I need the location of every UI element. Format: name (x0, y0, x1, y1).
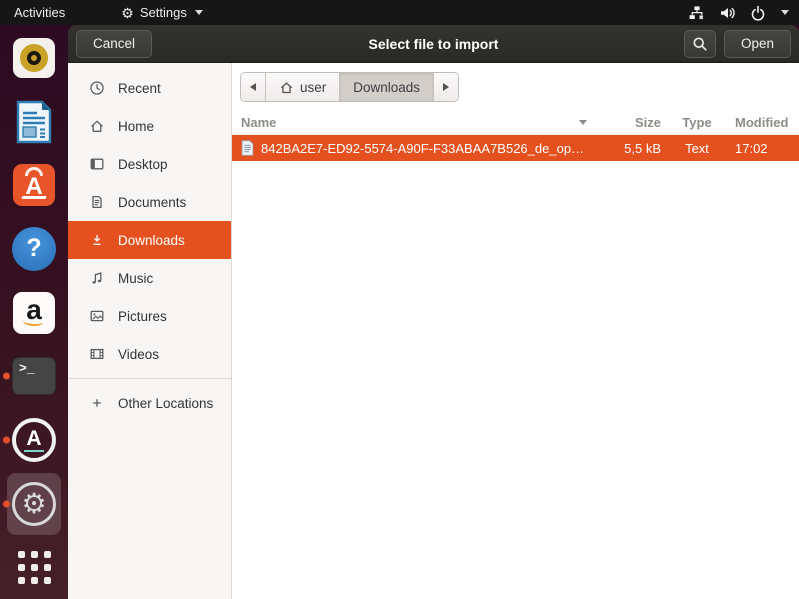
sort-descending-icon (579, 120, 587, 125)
home-icon (89, 118, 105, 134)
dock-item-rhythmbox[interactable] (0, 26, 68, 90)
dock: A ? a >_ A (0, 25, 68, 599)
sidebar-item-downloads[interactable]: Downloads (68, 221, 231, 259)
top-bar: Activities ⚙ Settings (0, 0, 799, 25)
settings-icon: ⚙ (12, 482, 56, 526)
dialog-headerbar: Cancel Select file to import Open (68, 25, 799, 63)
libreoffice-writer-icon (14, 100, 54, 144)
screen: Activities ⚙ Settings (0, 0, 799, 599)
places-sidebar: Recent Home Desktop (68, 63, 232, 599)
pictures-icon (89, 308, 105, 324)
dock-item-terminal[interactable]: >_ (0, 344, 68, 408)
system-status-menu[interactable] (688, 5, 789, 21)
file-type: Text (669, 141, 725, 156)
dock-item-settings[interactable]: ⚙ (0, 472, 68, 536)
cancel-button[interactable]: Cancel (76, 30, 152, 58)
column-header-modified[interactable]: Modified (725, 115, 799, 130)
dialog-content: Recent Home Desktop (68, 63, 799, 599)
chevron-down-icon (781, 10, 789, 15)
path-bar: user Downloads (240, 72, 799, 102)
sidebar-item-videos[interactable]: Videos (68, 335, 231, 373)
rhythmbox-icon (13, 38, 55, 78)
plus-icon (89, 395, 105, 411)
dock-item-libreoffice-writer[interactable] (0, 90, 68, 154)
file-size: 5,5 kB (597, 141, 669, 156)
search-button[interactable] (684, 30, 716, 58)
sidebar-item-label: Pictures (118, 309, 167, 324)
running-indicator (3, 500, 10, 507)
dock-item-ubuntu-software[interactable]: A (0, 153, 68, 217)
network-offline-icon (688, 5, 706, 21)
software-updater-icon: A (12, 418, 56, 462)
sidebar-item-label: Home (118, 119, 154, 134)
path-current-label: Downloads (353, 80, 420, 95)
sidebar-item-music[interactable]: Music (68, 259, 231, 297)
path-home-label: user (300, 80, 326, 95)
sidebar-item-documents[interactable]: Documents (68, 183, 231, 221)
sidebar-item-label: Documents (118, 195, 186, 210)
dock-item-amazon[interactable]: a (0, 281, 68, 345)
running-indicator (3, 436, 10, 443)
file-modified: 17:02 (725, 141, 799, 156)
terminal-icon: >_ (12, 357, 56, 395)
sidebar-item-label: Desktop (118, 157, 168, 172)
dock-item-show-applications[interactable] (0, 535, 68, 599)
file-row[interactable]: 842BA2E7-ED92-5574-A90F-F33ABAA7B526_de_… (232, 135, 799, 161)
column-header-name[interactable]: Name (232, 115, 597, 130)
downloads-icon (89, 232, 105, 248)
path-back-button[interactable] (241, 73, 265, 101)
sidebar-item-recent[interactable]: Recent (68, 69, 231, 107)
activities-button[interactable]: Activities (10, 5, 69, 20)
file-name: 842BA2E7-ED92-5574-A90F-F33ABAA7B526_de_… (261, 141, 584, 156)
sidebar-item-desktop[interactable]: Desktop (68, 145, 231, 183)
path-home-button[interactable]: user (265, 73, 339, 101)
ubuntu-software-icon: A (13, 164, 55, 206)
home-icon (279, 80, 294, 95)
sidebar-item-label: Other Locations (118, 396, 213, 411)
sidebar-item-label: Downloads (118, 233, 185, 248)
pathbar-forward-icon (443, 83, 449, 91)
app-menu-label: Settings (140, 5, 187, 20)
sidebar-item-label: Recent (118, 81, 161, 96)
videos-icon (89, 346, 105, 362)
open-button[interactable]: Open (724, 30, 791, 58)
app-menu-settings[interactable]: ⚙ Settings (121, 5, 203, 20)
file-list-header: Name Size Type Modified (232, 111, 799, 135)
volume-icon (719, 5, 737, 21)
recent-icon (89, 80, 105, 96)
app-grid-icon (18, 551, 51, 584)
sidebar-item-other-locations[interactable]: Other Locations (68, 384, 231, 422)
path-downloads-button[interactable]: Downloads (339, 73, 433, 101)
file-area: user Downloads Name (232, 63, 799, 599)
chevron-down-icon (195, 10, 203, 15)
file-chooser-dialog: Cancel Select file to import Open (68, 25, 799, 599)
sidebar-item-label: Videos (118, 347, 159, 362)
sidebar-item-pictures[interactable]: Pictures (68, 297, 231, 335)
amazon-icon: a (13, 292, 55, 334)
text-file-icon (241, 140, 254, 156)
desktop-icon (89, 156, 105, 172)
sidebar-item-label: Music (118, 271, 153, 286)
power-icon (750, 5, 766, 21)
column-header-type[interactable]: Type (669, 115, 725, 130)
dock-item-help[interactable]: ? (0, 217, 68, 281)
dock-item-software-updater[interactable]: A (0, 408, 68, 472)
path-forward-button[interactable] (433, 73, 458, 101)
search-icon (692, 36, 708, 52)
active-app-highlight: ⚙ (7, 473, 61, 535)
help-icon: ? (12, 227, 56, 271)
sidebar-item-home[interactable]: Home (68, 107, 231, 145)
column-header-size[interactable]: Size (597, 115, 669, 130)
running-indicator (3, 373, 10, 380)
gear-icon: ⚙ (121, 6, 134, 20)
documents-icon (89, 194, 105, 210)
music-icon (89, 270, 105, 286)
sidebar-separator (68, 378, 231, 379)
pathbar-back-icon (250, 83, 256, 91)
